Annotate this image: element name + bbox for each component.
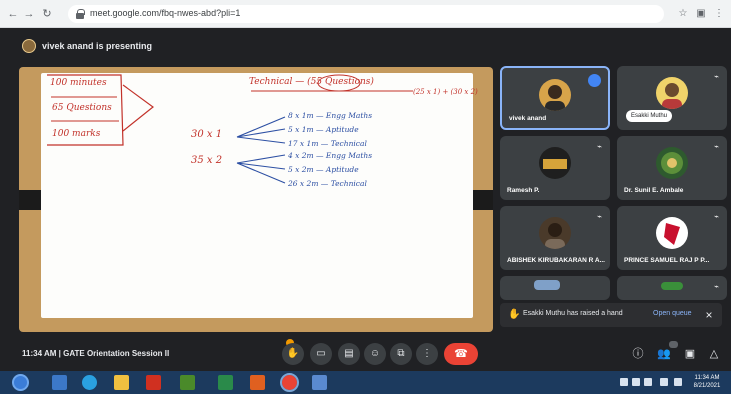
- whiteboard-text: 17 x 1m — Technical: [288, 139, 367, 148]
- mic-off-icon: ⌁: [597, 142, 602, 151]
- avatar: [539, 147, 571, 179]
- network-icon[interactable]: [644, 378, 652, 386]
- forward-icon[interactable]: →: [22, 7, 36, 21]
- meeting-title: GATE Orientation Session II: [63, 349, 170, 358]
- extensions-icon[interactable]: ▣: [694, 7, 708, 21]
- presenting-label: vivek anand is presenting: [42, 41, 153, 51]
- emoji-icon[interactable]: ☺: [364, 343, 386, 365]
- whiteboard-text: 30 x 1: [191, 129, 223, 140]
- whiteboard-text: 26 x 2m — Technical: [288, 179, 367, 188]
- whiteboard-text: 4 x 2m — Engg Maths: [288, 151, 373, 160]
- whiteboard-text: 8 x 1m — Engg Maths: [288, 111, 373, 120]
- pdf-reader-icon[interactable]: [146, 375, 161, 390]
- whiteboard: 100 minutes 65 Questions 100 marks Techn…: [41, 73, 478, 318]
- participant-tile[interactable]: ⌁: [617, 276, 727, 300]
- explorer-icon[interactable]: [52, 375, 67, 390]
- clock-date: 8/21/2021: [693, 383, 721, 389]
- star-icon[interactable]: ☆: [676, 7, 690, 21]
- taskbar: 11:34 AM 8/21/2021: [0, 371, 731, 394]
- whiteboard-text: 35 x 2: [191, 155, 223, 166]
- participant-name: ABISHEK KIRUBAKARAN R A...: [507, 257, 605, 264]
- captions-icon[interactable]: ▭: [310, 343, 332, 365]
- reload-icon[interactable]: ↻: [40, 7, 54, 21]
- flag-icon[interactable]: [674, 378, 682, 386]
- app-icon[interactable]: [180, 375, 195, 390]
- end-call-button[interactable]: ☎: [444, 343, 478, 365]
- control-bar: 11:34 AM | GATE Orientation Session II ✋…: [0, 337, 731, 371]
- participant-name: Esakki Muthu: [626, 110, 673, 122]
- app-icon[interactable]: [312, 375, 327, 390]
- volume-icon[interactable]: [660, 378, 668, 386]
- participant-name: vivek anand: [509, 115, 547, 122]
- whiteboard-text: 5 x 2m — Aptitude: [288, 165, 359, 174]
- present-icon[interactable]: ▤: [338, 343, 360, 365]
- presenter-banner: vivek anand is presenting: [22, 36, 152, 56]
- info-icon[interactable]: ⓘ: [630, 346, 646, 362]
- participant-name: PRINCE SAMUEL RAJ P P...: [624, 257, 710, 264]
- avatar: [656, 147, 688, 179]
- participant-tile[interactable]: ⌁ Esakki Muthu: [617, 66, 727, 130]
- screen: ← → ↻ meet.google.com/fbq-nwes-abd?pli=1…: [0, 0, 731, 394]
- clock[interactable]: 11:34 AM 8/21/2021: [690, 374, 724, 390]
- participant-tile[interactable]: ⌁ ABISHEK KIRUBAKARAN R A...: [500, 206, 610, 270]
- meet-window: vivek anand is presenting 100 minutes 65…: [0, 28, 731, 371]
- whiteboard-text: 5 x 1m — Aptitude: [288, 125, 359, 134]
- whiteboard-header: Technical — (55 Questions): [249, 77, 374, 87]
- avatar: [656, 217, 688, 249]
- mic-off-icon: ⌁: [714, 142, 719, 151]
- mic-off-icon: ⌁: [597, 212, 602, 221]
- participant-tile[interactable]: ⌁ Dr. Sunil E. Ambale: [617, 136, 727, 200]
- menu-icon[interactable]: ⋮: [712, 7, 726, 21]
- mic-off-icon: ⌁: [714, 72, 719, 81]
- participant-tile[interactable]: ⌁ PRINCE SAMUEL RAJ P P...: [617, 206, 727, 270]
- address-bar[interactable]: meet.google.com/fbq-nwes-abd?pli=1: [68, 5, 664, 23]
- tray-icon[interactable]: [632, 378, 640, 386]
- file-explorer-icon[interactable]: [114, 375, 129, 390]
- browser-toolbar: ← → ↻ meet.google.com/fbq-nwes-abd?pli=1…: [0, 0, 731, 28]
- participant-tile[interactable]: [500, 276, 610, 300]
- present-screen-icon[interactable]: ⧉: [390, 343, 412, 365]
- internet-explorer-icon[interactable]: [82, 375, 97, 390]
- back-icon[interactable]: ←: [6, 7, 20, 21]
- speaking-indicator-icon: [588, 74, 601, 87]
- raised-hand-notification: ✋ Esakki Muthu has raised a hand Open qu…: [500, 303, 722, 327]
- mic-off-icon: ⌁: [714, 282, 719, 291]
- presenter-avatar: [22, 39, 36, 53]
- lock-icon: [76, 9, 85, 19]
- participant-tile[interactable]: vivek anand: [500, 66, 610, 130]
- more-options-icon[interactable]: ⋮: [416, 343, 438, 365]
- whiteboard-text: (25 x 1) + (30 x 2): [413, 88, 478, 96]
- start-button-icon[interactable]: [12, 374, 29, 391]
- chat-icon[interactable]: ▣: [682, 346, 698, 362]
- clock-time: 11:34 AM: [694, 375, 720, 381]
- chrome-icon[interactable]: [280, 373, 299, 392]
- url-text: meet.google.com/fbq-nwes-abd?pli=1: [90, 8, 241, 18]
- whiteboard-text: 100 minutes: [50, 78, 107, 88]
- mic-off-icon: ⌁: [714, 212, 719, 221]
- excel-icon[interactable]: [218, 375, 233, 390]
- activities-icon[interactable]: △: [706, 346, 722, 362]
- toast-message: Esakki Muthu has raised a hand: [523, 310, 623, 317]
- whiteboard-text: 100 marks: [52, 129, 101, 139]
- raise-hand-icon[interactable]: ✋: [282, 343, 304, 365]
- shared-screen: 100 minutes 65 Questions 100 marks Techn…: [19, 67, 493, 332]
- participant-name: Dr. Sunil E. Ambale: [624, 187, 684, 194]
- participant-name: Ramesh P.: [507, 187, 540, 194]
- avatar: [656, 77, 688, 109]
- avatar: [661, 282, 683, 290]
- open-queue-link[interactable]: Open queue: [653, 310, 692, 317]
- tray-icon[interactable]: [620, 378, 628, 386]
- avatar: [534, 280, 560, 290]
- close-icon[interactable]: ×: [702, 308, 716, 322]
- avatar: [539, 79, 571, 111]
- participant-tile[interactable]: ⌁ Ramesh P.: [500, 136, 610, 200]
- whiteboard-text: 65 Questions: [52, 103, 112, 113]
- meeting-time: 11:34 AM: [22, 349, 57, 358]
- powerpoint-icon[interactable]: [250, 375, 265, 390]
- raised-hand-icon: ✋: [508, 309, 521, 320]
- people-icon[interactable]: 👥: [656, 346, 672, 362]
- avatar: [539, 217, 571, 249]
- meeting-info: 11:34 AM | GATE Orientation Session II: [22, 349, 169, 358]
